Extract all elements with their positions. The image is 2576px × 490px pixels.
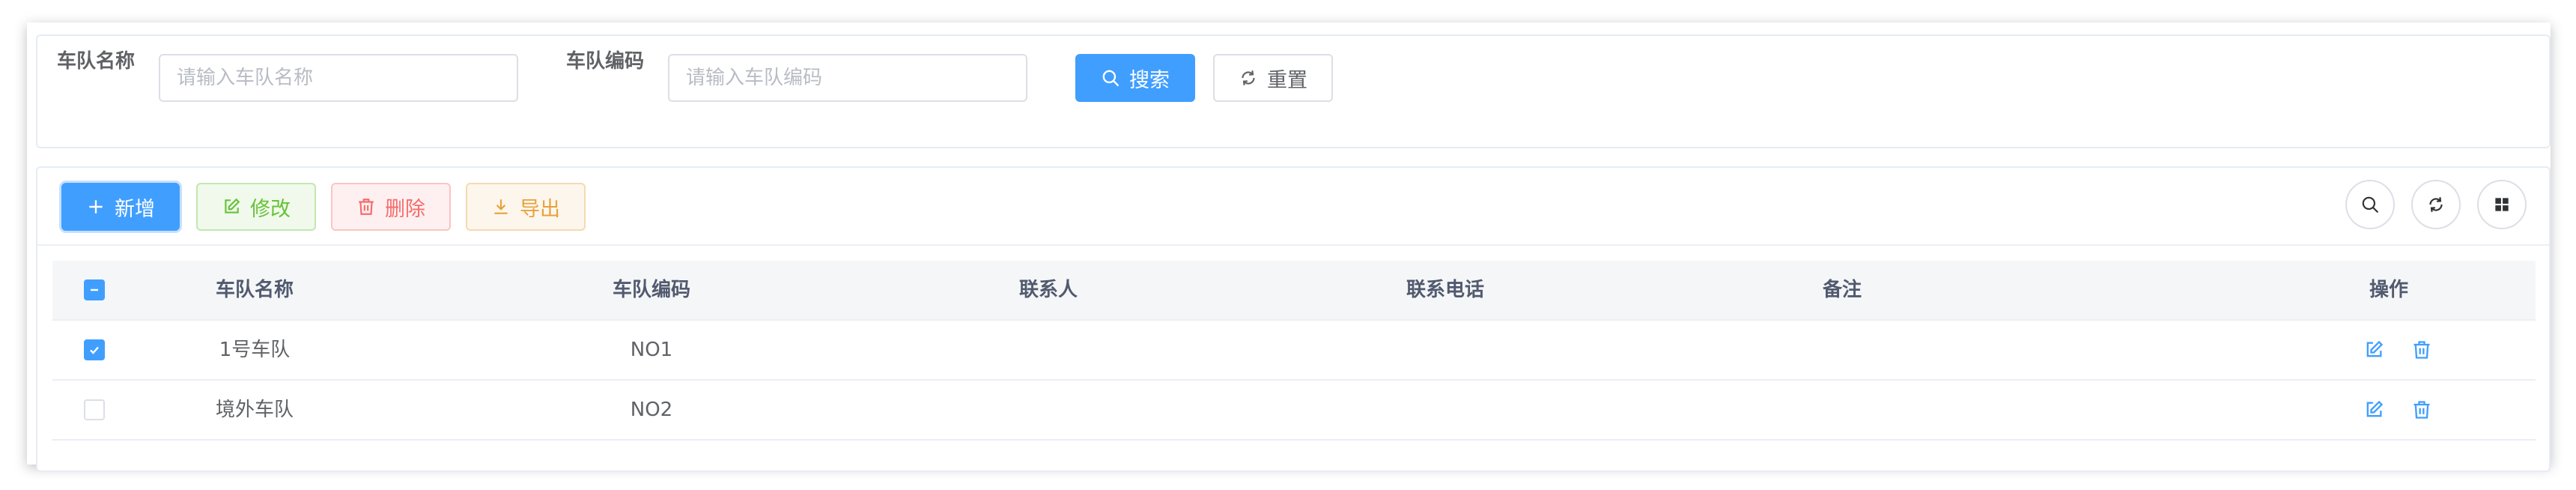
row-delete-button[interactable] (2411, 339, 2432, 360)
reset-button-label: 重置 (1267, 68, 1307, 92)
cell-team-name: 1号车队 (219, 339, 291, 361)
export-button-label: 导出 (520, 197, 560, 221)
team-name-input[interactable] (159, 54, 518, 102)
team-code-label: 车队编码 (566, 50, 645, 73)
delete-button-label: 删除 (385, 197, 425, 221)
edit-button[interactable]: 修改 (196, 183, 316, 231)
trash-icon (2414, 401, 2430, 419)
row-checkbox[interactable] (84, 339, 105, 360)
table-header: 车队名称 车队编码 联系人 联系电话 备注 操作 (52, 261, 2536, 321)
edit-icon (2366, 340, 2384, 357)
cell-contact (936, 321, 1161, 379)
trash-icon (2414, 341, 2430, 359)
delete-button[interactable]: 删除 (331, 183, 451, 231)
column-header: 操作 (2369, 279, 2408, 301)
team-code-input[interactable] (668, 54, 1027, 102)
row-delete-button[interactable] (2411, 399, 2432, 420)
refresh-icon (2429, 197, 2443, 212)
grid-icon (2495, 198, 2509, 211)
table-row[interactable]: 1号车队 NO1 (52, 321, 2536, 381)
cell-team-code: NO1 (630, 339, 673, 361)
search-icon (1102, 70, 1119, 86)
plus-icon (89, 200, 103, 214)
column-header[interactable]: 联系人 (936, 261, 1161, 319)
minus-icon (91, 288, 98, 291)
refresh-icon (1242, 70, 1255, 85)
refresh-button[interactable] (2411, 180, 2461, 229)
download-icon (494, 199, 508, 214)
edit-button-label: 修改 (250, 197, 291, 221)
column-header[interactable]: 联系电话 (1333, 261, 1558, 319)
row-checkbox[interactable] (84, 399, 105, 420)
column-header[interactable]: 车队名称 (142, 261, 367, 319)
cell-team-code: NO2 (630, 399, 673, 421)
table-row[interactable]: 境外车队 NO2 (52, 381, 2536, 441)
search-button[interactable]: 搜索 (1075, 54, 1195, 102)
column-header[interactable]: 备注 (1730, 261, 1954, 319)
row-edit-button[interactable] (2363, 339, 2384, 360)
select-all-checkbox[interactable] (84, 279, 105, 300)
toggle-search-button[interactable] (2345, 180, 2395, 229)
export-button[interactable]: 导出 (466, 183, 586, 231)
trash-icon (359, 199, 374, 215)
cell-phone (1333, 321, 1558, 379)
edit-icon (225, 198, 240, 214)
search-button-label: 搜索 (1129, 68, 1170, 92)
cell-team-name: 境外车队 (215, 399, 294, 421)
edit-icon (2366, 400, 2384, 417)
add-button-label: 新增 (115, 197, 155, 221)
cell-remark (1730, 321, 1954, 379)
team-name-label: 车队名称 (57, 50, 136, 73)
cell-contact (936, 381, 1161, 439)
add-button[interactable]: 新增 (61, 183, 180, 231)
toolbar-divider (37, 244, 2549, 246)
column-header[interactable]: 车队编码 (539, 261, 764, 319)
cell-phone (1333, 381, 1558, 439)
row-edit-button[interactable] (2363, 399, 2384, 420)
cell-remark (1730, 381, 1954, 439)
check-icon (90, 346, 99, 354)
search-icon (2362, 196, 2378, 213)
reset-button[interactable]: 重置 (1213, 54, 1333, 102)
column-settings-button[interactable] (2477, 180, 2527, 229)
